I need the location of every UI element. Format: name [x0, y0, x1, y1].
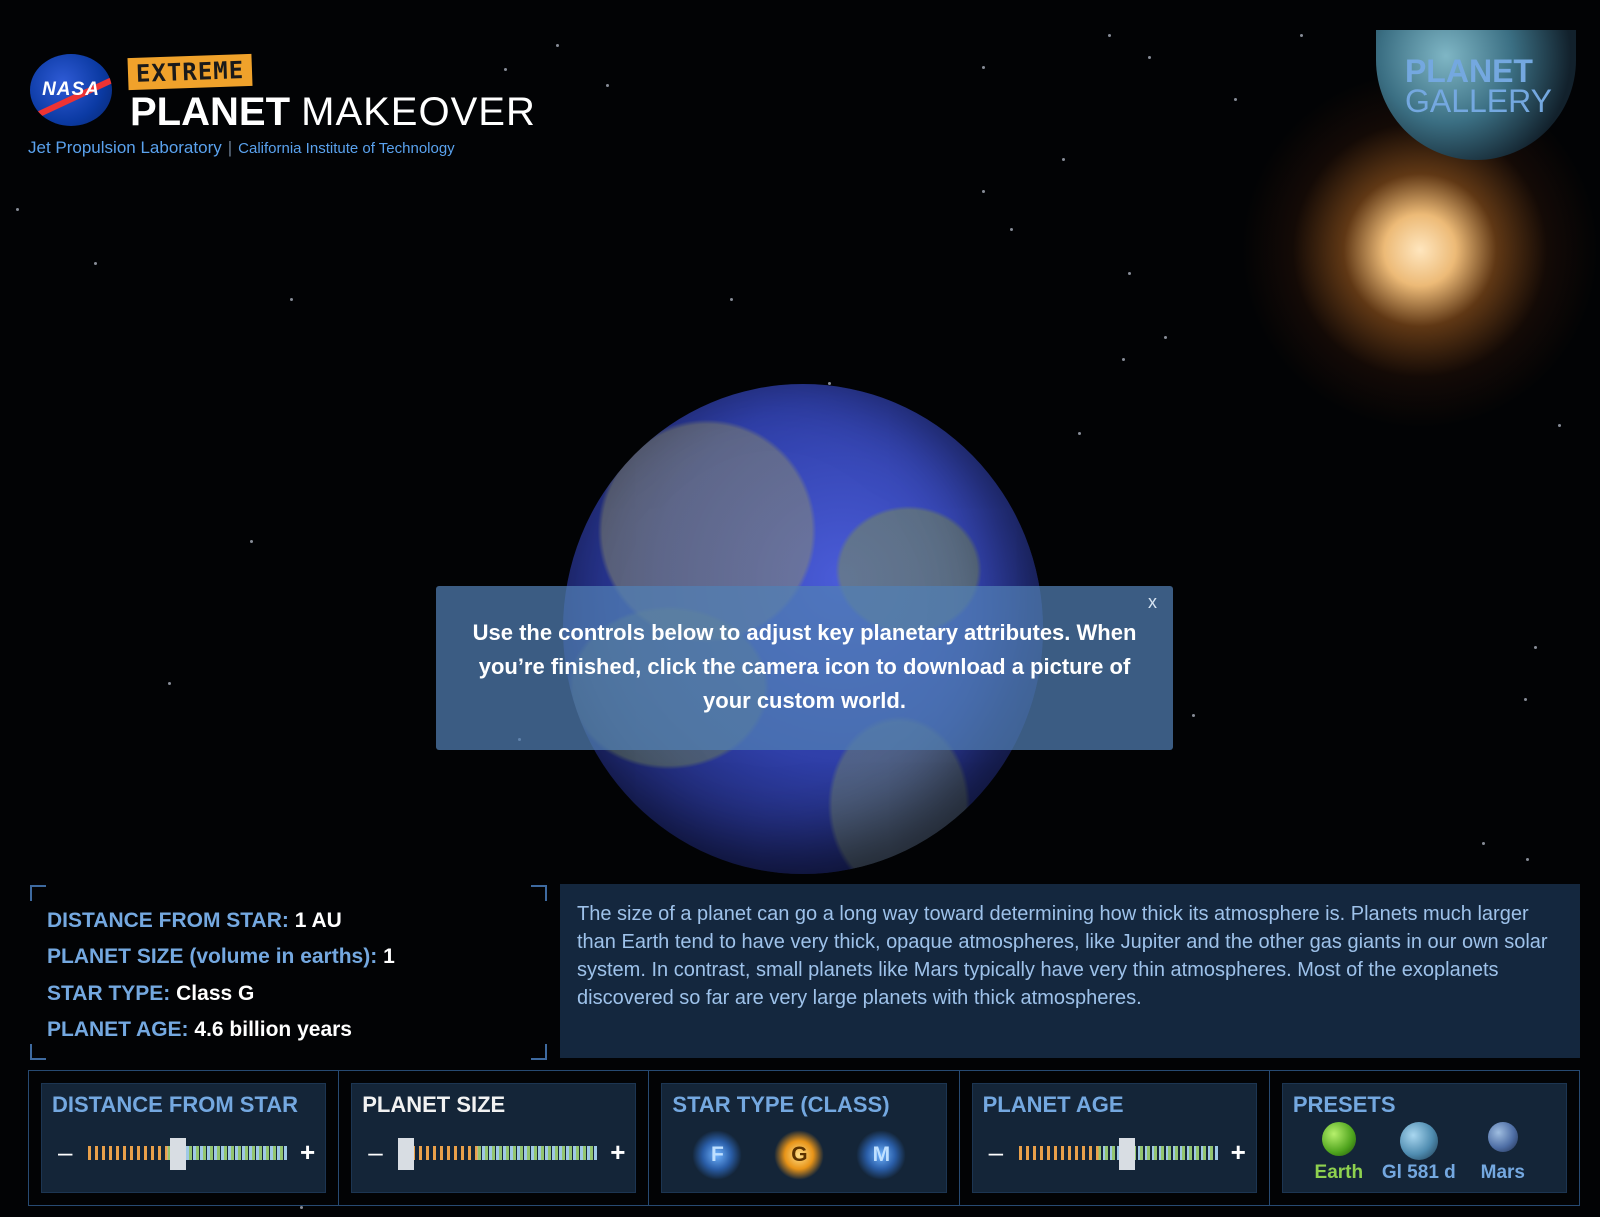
- stat-distance: DISTANCE FROM STAR: 1 AU: [47, 909, 342, 933]
- info-text: The size of a planet can go a long way t…: [577, 903, 1548, 1009]
- earth-icon: [1321, 1122, 1356, 1156]
- preset-label: Earth: [1314, 1162, 1364, 1183]
- star-type-g-button[interactable]: G: [774, 1130, 825, 1180]
- gl581d-icon: [1399, 1122, 1438, 1160]
- control-presets: PRESETS Earth Gl 581 d Mars: [1270, 1071, 1579, 1205]
- control-title: DISTANCE FROM STAR: [52, 1092, 299, 1117]
- nasa-logo-text: NASA: [42, 79, 100, 100]
- stat-age: PLANET AGE: 4.6 billion years: [47, 1018, 352, 1042]
- close-icon[interactable]: x: [1148, 592, 1157, 613]
- control-title: PRESETS: [1292, 1092, 1396, 1117]
- stat-star-type-label: STAR TYPE:: [47, 982, 171, 1005]
- stat-age-label: PLANET AGE:: [47, 1018, 189, 1041]
- info-panel: The size of a planet can go a long way t…: [560, 884, 1580, 1058]
- extreme-badge: EXTREME: [127, 53, 253, 91]
- frame-corner: [30, 885, 46, 901]
- distance-slider-thumb[interactable]: [170, 1138, 187, 1170]
- age-plus-button[interactable]: +: [1231, 1139, 1246, 1165]
- instructions-tooltip: x Use the controls below to adjust key p…: [436, 586, 1173, 750]
- frame-corner: [30, 1044, 46, 1060]
- stat-distance-value: 1 AU: [294, 909, 342, 932]
- control-bar: DISTANCE FROM STAR – + PLANET SIZE – + S…: [28, 1070, 1580, 1206]
- caltech-link[interactable]: California Institute of Technology: [238, 140, 455, 157]
- preset-mars[interactable]: Mars: [1463, 1122, 1543, 1184]
- control-title: PLANET AGE: [982, 1092, 1124, 1117]
- distance-minus-button[interactable]: –: [58, 1139, 72, 1165]
- app-branding: NASA EXTREME PLANET MAKEOVER Jet Propuls…: [28, 50, 535, 170]
- preset-label: Gl 581 d: [1381, 1162, 1456, 1183]
- org-separator: |: [227, 138, 233, 157]
- preset-earth[interactable]: Earth: [1299, 1122, 1379, 1184]
- preset-gl581d[interactable]: Gl 581 d: [1379, 1122, 1459, 1184]
- mars-icon: [1487, 1122, 1518, 1152]
- app-title-bold: PLANET: [130, 90, 290, 134]
- size-minus-button[interactable]: –: [368, 1139, 382, 1165]
- nasa-logo[interactable]: NASA: [30, 54, 112, 126]
- app-title: PLANET MAKEOVER: [130, 90, 536, 135]
- control-age: PLANET AGE – +: [960, 1071, 1270, 1205]
- stat-star-type: STAR TYPE: Class G: [47, 982, 254, 1006]
- gallery-title-line2: GALLERY: [1404, 83, 1552, 119]
- stat-star-type-value: Class G: [176, 982, 255, 1005]
- planet-stats: DISTANCE FROM STAR: 1 AU PLANET SIZE (vo…: [30, 885, 547, 1060]
- age-slider-thumb[interactable]: [1119, 1138, 1136, 1170]
- control-size: PLANET SIZE – +: [339, 1071, 650, 1205]
- control-panel: PLANET AGE – +: [971, 1083, 1257, 1193]
- org-line: Jet Propulsion Laboratory | California Ins…: [28, 138, 455, 158]
- size-plus-button[interactable]: +: [610, 1139, 625, 1165]
- tooltip-message: Use the controls below to adjust key pla…: [472, 620, 1137, 713]
- control-panel: STAR TYPE (CLASS) F G M: [661, 1083, 947, 1193]
- control-panel: DISTANCE FROM STAR – +: [41, 1083, 327, 1193]
- stat-age-value: 4.6 billion years: [194, 1018, 352, 1041]
- frame-corner: [531, 885, 547, 901]
- distance-slider-track[interactable]: [88, 1146, 288, 1160]
- size-slider-track[interactable]: [398, 1146, 598, 1160]
- control-star-type: STAR TYPE (CLASS) F G M: [649, 1071, 960, 1205]
- preset-label: Mars: [1480, 1162, 1525, 1183]
- planet-gallery-button[interactable]: PLANET GALLERY: [1360, 30, 1600, 160]
- app-title-light: MAKEOVER: [301, 90, 536, 134]
- stat-distance-label: DISTANCE FROM STAR:: [47, 909, 289, 932]
- distance-plus-button[interactable]: +: [300, 1139, 315, 1165]
- control-panel: PLANET SIZE – +: [351, 1083, 637, 1193]
- stat-size-label: PLANET SIZE (volume in earths):: [47, 945, 378, 968]
- gallery-title: PLANET GALLERY: [1404, 53, 1552, 119]
- control-distance: DISTANCE FROM STAR – +: [29, 1071, 340, 1205]
- age-minus-button[interactable]: –: [989, 1139, 1003, 1165]
- jpl-link[interactable]: Jet Propulsion Laboratory: [28, 138, 222, 157]
- star-type-f-button[interactable]: F: [692, 1130, 743, 1180]
- gallery-title-line1: PLANET: [1404, 53, 1533, 89]
- control-title: PLANET SIZE: [362, 1092, 506, 1117]
- control-panel: PRESETS Earth Gl 581 d Mars: [1281, 1083, 1568, 1193]
- frame-corner: [531, 1044, 547, 1060]
- star-type-m-button[interactable]: M: [856, 1130, 907, 1180]
- stat-size-value: 1: [383, 945, 395, 968]
- age-slider-track[interactable]: [1018, 1146, 1218, 1160]
- control-title: STAR TYPE (CLASS): [672, 1092, 890, 1117]
- stat-size: PLANET SIZE (volume in earths): 1: [47, 945, 395, 969]
- size-slider-thumb[interactable]: [398, 1138, 415, 1170]
